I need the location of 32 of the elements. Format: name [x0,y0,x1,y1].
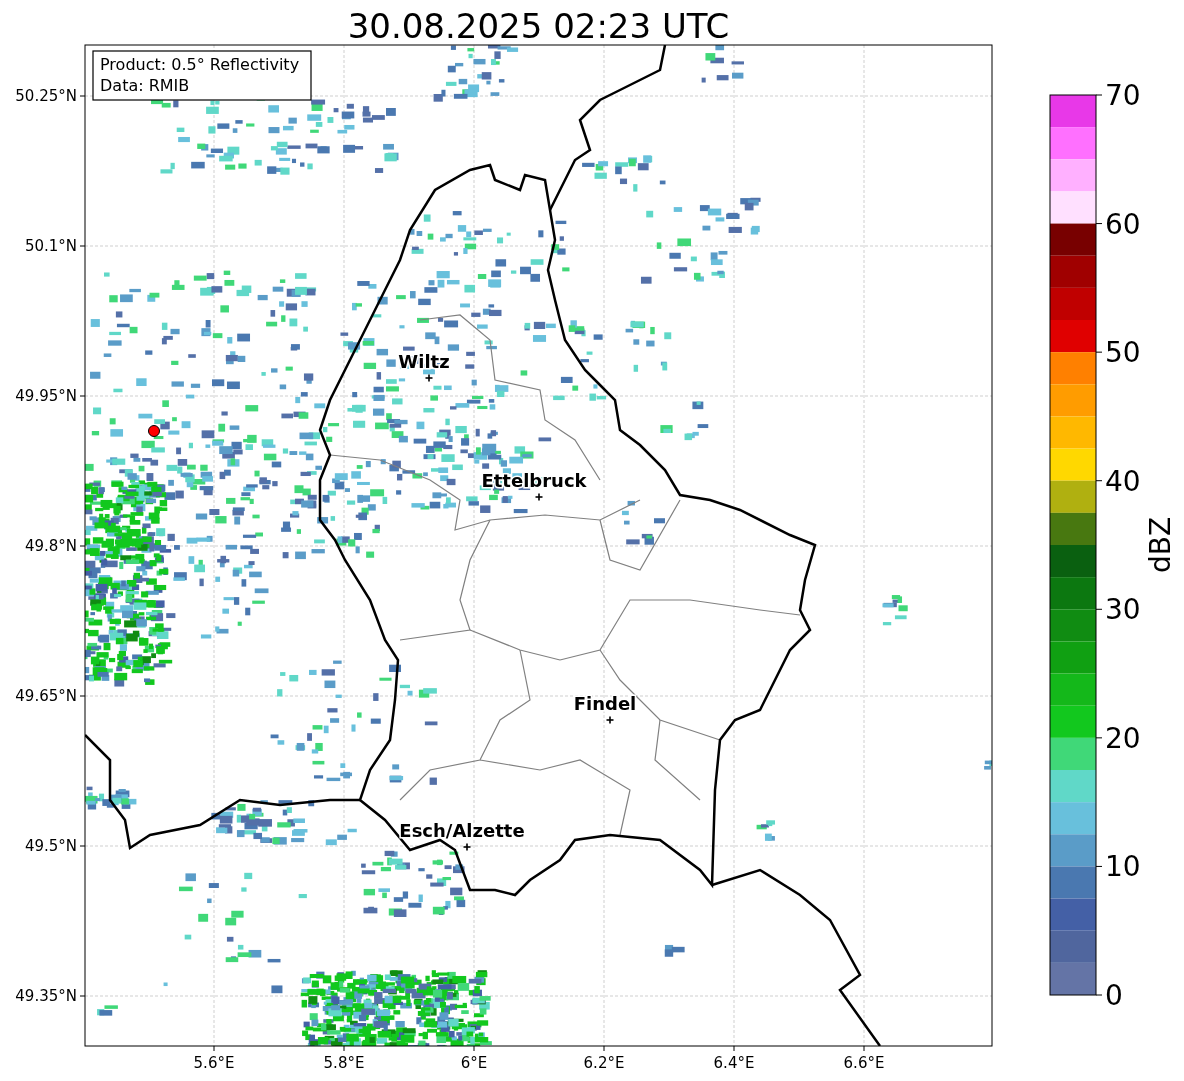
chart-title: 30.08.2025 02:23 UTC [347,6,730,46]
colorbar-tick-label: 20 [1105,721,1141,755]
y-tick-label: 49.95°N [15,387,77,405]
colorbar-tick-label: 40 [1105,464,1141,498]
x-tick-label: 6.6°E [843,1054,885,1072]
legend-text: Data: RMIB [100,76,190,95]
city-label: Esch/Alzette [399,820,525,841]
colorbar-tick-label: 60 [1105,207,1141,241]
x-tick-label: 6.2°E [583,1054,625,1072]
legend-text: Product: 0.5° Reflectivity [100,55,300,74]
city-marker [605,715,615,725]
colorbar-tick-label: 30 [1105,593,1141,627]
city-marker [424,373,434,383]
y-tick-label: 50.1°N [24,237,77,255]
city-marker [462,842,472,852]
colorbar-tick-label: 10 [1105,850,1141,884]
x-tick-label: 6.4°E [713,1054,755,1072]
colorbar-tick-label: 0 [1105,979,1123,1012]
colorbar-tick-label: 50 [1105,336,1141,370]
radar-site-marker [148,425,160,437]
colorbar-tick-label: 70 [1105,79,1141,112]
city-label: Findel [573,693,637,714]
y-tick-label: 49.65°N [15,687,77,705]
x-tick-label: 5.8°E [323,1054,365,1072]
y-tick-label: 49.8°N [24,537,77,555]
x-tick-label: 6°E [460,1054,488,1072]
city-marker [534,492,544,502]
colorbar-label: dBZ [1144,516,1177,574]
x-tick-label: 5.6°E [193,1054,235,1072]
y-tick-label: 49.5°N [24,837,77,855]
y-tick-label: 50.25°N [15,87,77,105]
y-tick-label: 49.35°N [15,987,77,1005]
